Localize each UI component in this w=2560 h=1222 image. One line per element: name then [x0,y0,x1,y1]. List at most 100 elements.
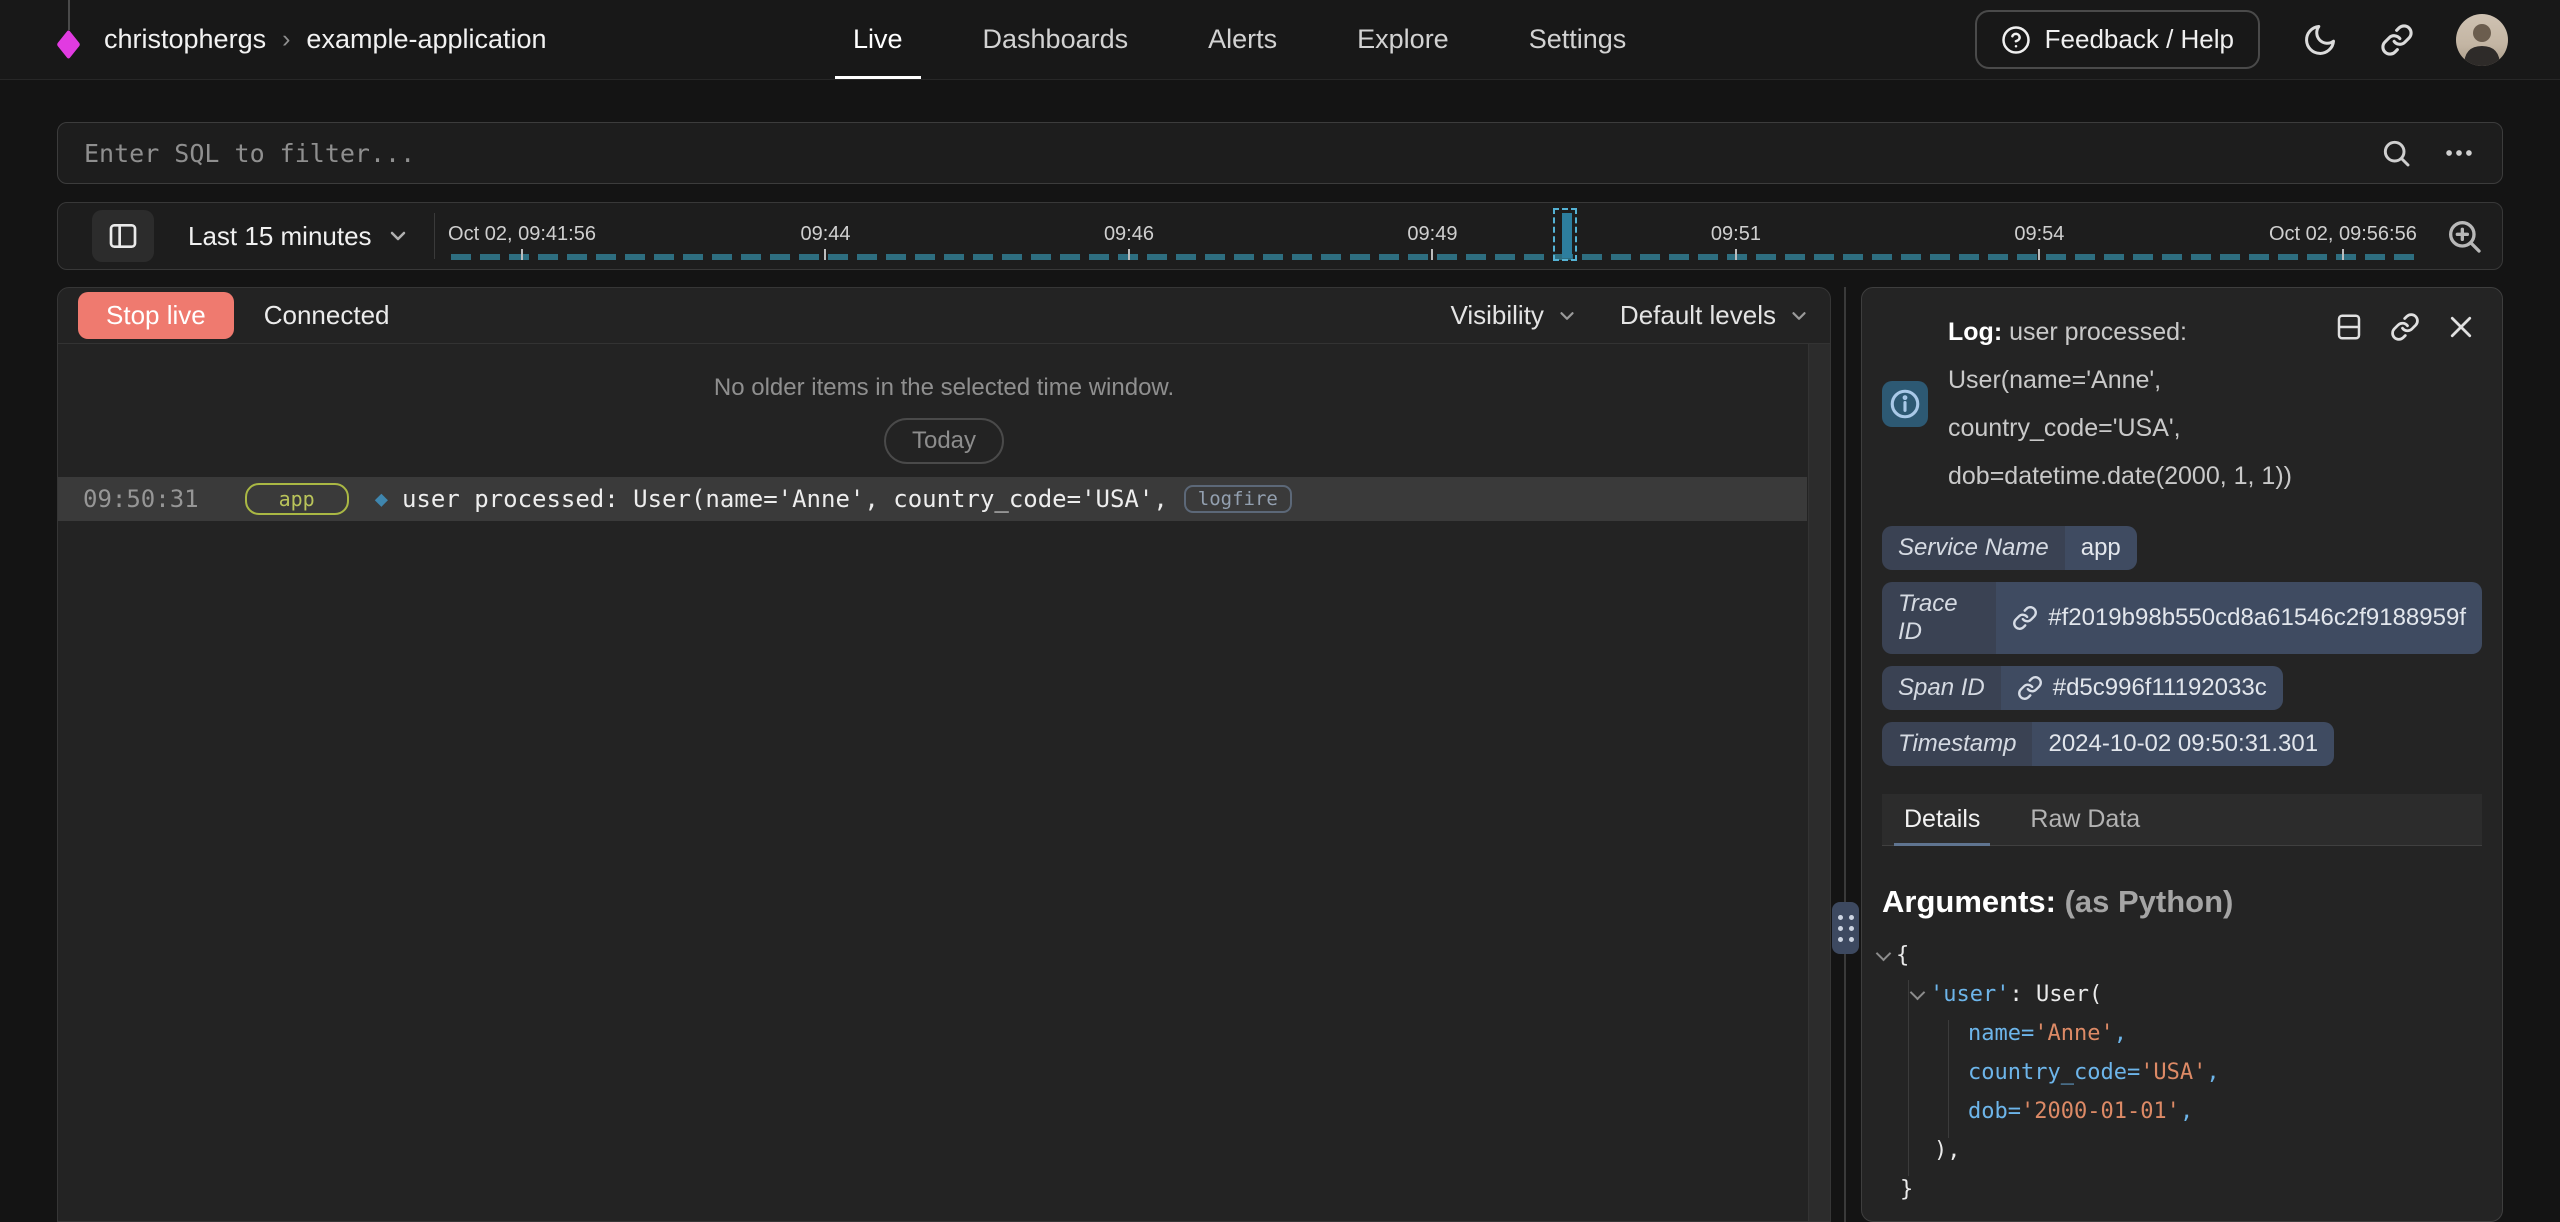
code-token: } [1900,1177,1913,1202]
code-token: , [2114,1021,2127,1046]
feedback-help-label: Feedback / Help [2045,24,2234,55]
nav-item-alerts[interactable]: Alerts [1208,0,1277,79]
code-token: name= [1968,1021,2034,1046]
live-view-body: No older items in the selected time wind… [58,344,1830,1221]
meta-chip-label: Service Name [1882,526,2065,570]
code-line: } [1882,1170,2482,1209]
time-range-bar: Last 15 minutes Oct 02, 09:41:56 09:44 09:… [57,202,2503,270]
tab-details[interactable]: Details [1894,794,1990,845]
today-button[interactable]: Today [884,418,1004,464]
breadcrumb: christophergs › example-application [104,24,547,55]
timeline-tick-mark [824,249,826,260]
default-levels-dropdown[interactable]: Default levels [1620,300,1810,331]
link-icon[interactable] [2012,605,2038,631]
log-message: user processed: User(name='Anne', countr… [402,485,1168,513]
metadata-chips: Service Nameapp Trace ID#f2019b98b550cd8a… [1882,526,2482,766]
breadcrumb-separator-icon: › [282,25,290,54]
connection-status: Connected [264,300,390,331]
feedback-help-button[interactable]: Feedback / Help [1975,10,2260,69]
user-avatar[interactable] [2456,14,2508,66]
meta-chip-service-name: Service Nameapp [1882,526,2137,570]
logfire-logo-icon[interactable] [56,10,82,70]
nav-item-live[interactable]: Live [853,0,903,79]
timeline-event-spike[interactable] [1553,208,1577,261]
timeline-dashed-baseline [451,254,2422,260]
meta-chip-value[interactable]: #f2019b98b550cd8a61546c2f9188959f [1996,582,2482,654]
panel-resizer[interactable] [1831,287,1861,1222]
meta-chip-label: Span ID [1882,666,2001,710]
stop-live-button[interactable]: Stop live [78,292,234,339]
info-level-icon [1882,381,1928,427]
code-token: , [2206,1060,2219,1085]
default-levels-label: Default levels [1620,300,1776,331]
nav-left: christophergs › example-application [56,10,547,70]
link-icon[interactable] [2017,675,2043,701]
meta-chip-timestamp: Timestamp2024-10-02 09:50:31.301 [1882,722,2334,766]
share-link-icon[interactable] [2380,23,2414,57]
code-token: dob= [1968,1099,2021,1124]
breadcrumb-project[interactable]: example-application [306,24,546,55]
visibility-label: Visibility [1450,300,1543,331]
sql-filter-bar [57,122,2503,184]
log-row[interactable]: 09:50:31 app ◆ user processed: User(name… [58,477,1807,521]
time-range-selector[interactable]: Last 15 minutes [188,221,410,252]
log-timestamp: 09:50:31 [83,485,199,513]
primary-nav: Live Dashboards Alerts Explore Settings [853,0,1626,79]
code-token: '2000-01-01' [2021,1099,2180,1124]
main-area: Stop live Connected Visibility Default l… [57,287,2503,1222]
live-view-header: Stop live Connected Visibility Default l… [58,288,1830,344]
nav-item-dashboards[interactable]: Dashboards [983,0,1129,79]
timeline-tick-label: 09:54 [2014,223,2064,246]
timeline-tick-label: 09:51 [1711,223,1761,246]
timeline-tick-label: Oct 02, 09:41:56 [448,223,596,246]
theme-toggle-moon-icon[interactable] [2302,22,2338,58]
search-icon[interactable] [2380,137,2412,169]
timeline-histogram[interactable]: Oct 02, 09:41:5609:4409:4609:4909:5109:5… [435,203,2422,269]
meta-chip-span-id: Span ID #d5c996f11192033c [1882,666,2283,710]
code-token: 'USA' [2140,1060,2206,1085]
chevron-down-icon [1788,305,1810,327]
code-token: ), [1934,1138,1961,1163]
log-level-diamond-icon: ◆ [375,487,388,512]
meta-chip-value-text: #d5c996f11192033c [2053,674,2267,702]
code-token: 'Anne' [2034,1021,2113,1046]
timeline-tick-mark [1128,249,1130,260]
timeline-tick-label: 09:44 [800,223,850,246]
scope-badge: logfire [1184,485,1292,513]
logo-line [68,0,70,30]
close-panel-icon[interactable] [2446,312,2476,342]
meta-chip-value: app [2065,526,2137,570]
code-token: : User( [2009,982,2102,1007]
more-options-icon[interactable] [2442,136,2476,170]
meta-chip-label: Timestamp [1882,722,2032,766]
meta-chip-label: Trace ID [1882,582,1996,654]
scrollbar[interactable] [1808,344,1830,1221]
timeline-tick-label: Oct 02, 09:56:56 [2269,223,2417,246]
split-view-icon[interactable] [2334,312,2364,342]
breadcrumb-org[interactable]: christophergs [104,24,266,55]
detail-tabs: Details Raw Data [1882,794,2482,846]
tab-raw-data[interactable]: Raw Data [2020,794,2150,845]
meta-chip-value[interactable]: #d5c996f11192033c [2001,666,2283,710]
copy-link-icon[interactable] [2390,312,2420,342]
nav-item-explore[interactable]: Explore [1357,0,1449,79]
timeline-zoom-in-button[interactable] [2444,216,2484,256]
collapse-chevron-icon[interactable] [1904,991,1930,998]
arguments-heading: Arguments: (as Python) [1882,884,2482,920]
collapse-chevron-icon[interactable] [1870,952,1896,959]
visibility-dropdown[interactable]: Visibility [1450,300,1577,331]
meta-chip-value: 2024-10-02 09:50:31.301 [2032,722,2334,766]
code-token: country_code= [1968,1060,2140,1085]
sql-filter-input[interactable] [84,139,2380,168]
timeline-tick-label: 09:46 [1104,223,1154,246]
log-detail-panel: Log: user processed: User(name='Anne', c… [1861,287,2503,1222]
sidebar-toggle-button[interactable] [92,210,154,262]
code-token: 'user' [1930,982,2009,1007]
nav-right: Feedback / Help [1975,0,2508,79]
nav-item-settings[interactable]: Settings [1529,0,1627,79]
resize-handle-icon[interactable] [1832,902,1859,954]
timeline-tick-mark [1735,249,1737,260]
chevron-down-icon [386,224,410,248]
code-token: , [2180,1099,2193,1124]
log-title-text: Log: user processed: User(name='Anne', c… [1948,308,2298,500]
